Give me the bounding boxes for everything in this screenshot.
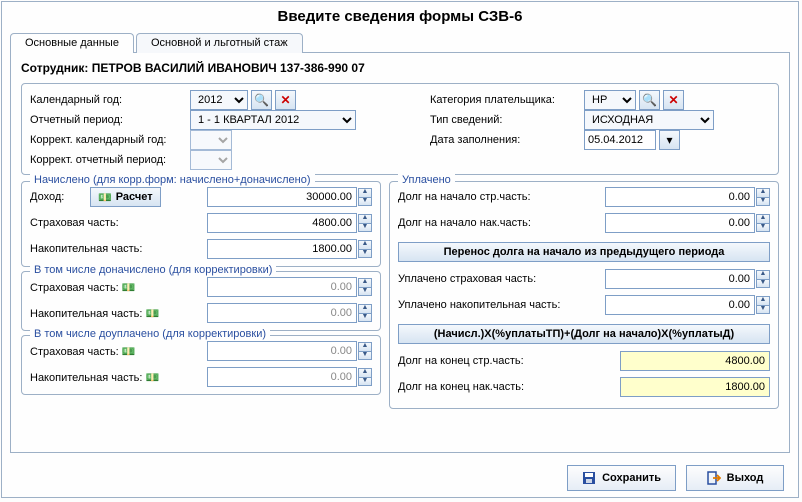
corr-year-select[interactable] — [190, 130, 232, 150]
addpaid-acc-label: Накопительная часть: 💵 — [30, 371, 207, 384]
period-label: Отчетный период: — [30, 114, 190, 126]
money-icon: 💵 — [122, 345, 136, 358]
money-icon: 💵 — [145, 307, 159, 320]
exit-icon — [707, 471, 721, 485]
window-title: Введите сведения формы СЗВ-6 — [2, 2, 798, 29]
date-label: Дата заполнения: — [430, 134, 584, 146]
addacc-ins-input — [207, 277, 357, 297]
accrued-section: Начислено (для корр.форм: начислено+дона… — [21, 181, 381, 267]
addpaid-ins-input — [207, 341, 357, 361]
spinner[interactable]: ▲▼ — [358, 240, 372, 258]
income-input[interactable] — [207, 187, 357, 207]
corr-period-label: Коррект. отчетный период: — [30, 154, 190, 166]
addacc-acc-label: Накопительная часть: 💵 — [30, 307, 207, 320]
money-icon: 💵 — [98, 191, 112, 204]
addpaid-acc-input — [207, 367, 357, 387]
window-frame: Введите сведения формы СЗВ-6 Основные да… — [1, 1, 799, 498]
tab-stazh[interactable]: Основной и льготный стаж — [136, 33, 303, 53]
spinner[interactable]: ▲▼ — [358, 278, 372, 296]
paid-acc-label: Уплачено накопительная часть: — [398, 299, 605, 311]
corr-period-select[interactable] — [190, 150, 232, 170]
debt-end-ins-label: Долг на конец стр.часть: — [398, 355, 620, 367]
employee-label: Сотрудник: — [21, 61, 88, 75]
calc-label: Расчет — [116, 191, 153, 203]
accrued-title: Начислено (для корр.форм: начислено+дона… — [30, 174, 315, 186]
type-label: Тип сведений: — [430, 114, 584, 126]
addpaid-title: В том числе доуплачено (для корректировк… — [30, 328, 270, 340]
exit-label: Выход — [727, 472, 764, 484]
save-label: Сохранить — [602, 472, 661, 484]
clear-icon[interactable]: ✕ — [663, 90, 684, 110]
money-icon: 💵 — [145, 371, 159, 384]
debt-end-ins-input — [620, 351, 770, 371]
search-icon[interactable]: 🔍 — [639, 90, 660, 110]
paid-acc-input[interactable] — [605, 295, 755, 315]
spinner[interactable]: ▲▼ — [756, 270, 770, 288]
spinner[interactable]: ▲▼ — [756, 296, 770, 314]
cat-select[interactable]: НР — [584, 90, 636, 110]
calc-button[interactable]: 💵 Расчет — [90, 187, 161, 207]
money-icon: 💵 — [122, 281, 136, 294]
acc-input[interactable] — [207, 239, 357, 259]
type-select[interactable]: ИСХОДНАЯ — [584, 110, 714, 130]
addpaid-section: В том числе доуплачено (для корректировк… — [21, 335, 381, 395]
cat-label: Категория плательщика: — [430, 94, 584, 106]
debt-start-ins-input[interactable] — [605, 187, 755, 207]
exit-button[interactable]: Выход — [686, 465, 784, 491]
spinner[interactable]: ▲▼ — [358, 342, 372, 360]
debt-start-ins-label: Долг на начало стр.часть: — [398, 191, 605, 203]
corr-year-label: Коррект. календарный год: — [30, 134, 190, 146]
spinner[interactable]: ▲▼ — [358, 188, 372, 206]
paid-ins-label: Уплачено страховая часть: — [398, 273, 605, 285]
save-icon — [582, 471, 596, 485]
year-label: Календарный год: — [30, 94, 190, 106]
chevron-down-icon[interactable]: ▾ — [659, 130, 680, 150]
spinner[interactable]: ▲▼ — [756, 188, 770, 206]
footer: Сохранить Выход — [2, 459, 798, 497]
ins-label: Страховая часть: — [30, 217, 207, 229]
paid-ins-input[interactable] — [605, 269, 755, 289]
addacc-acc-input — [207, 303, 357, 323]
debt-end-acc-input — [620, 377, 770, 397]
tab-content: Сотрудник: ПЕТРОВ ВАСИЛИЙ ИВАНОВИЧ 137-3… — [10, 52, 790, 453]
spinner[interactable]: ▲▼ — [756, 214, 770, 232]
year-select[interactable]: 2012 — [190, 90, 248, 110]
acc-label: Накопительная часть: — [30, 243, 207, 255]
employee-value: ПЕТРОВ ВАСИЛИЙ ИВАНОВИЧ 137-386-990 07 — [92, 61, 365, 75]
period-select[interactable]: 1 - 1 КВАРТАЛ 2012 — [190, 110, 356, 130]
header-fields: Календарный год: 2012 🔍 ✕ Категория плат… — [21, 83, 779, 175]
addacc-section: В том числе доначислено (для корректиров… — [21, 271, 381, 331]
addpaid-ins-label: Страховая часть: 💵 — [30, 345, 207, 358]
debt-start-acc-input[interactable] — [605, 213, 755, 233]
tab-bar: Основные данные Основной и льготный стаж — [10, 29, 790, 53]
spinner[interactable]: ▲▼ — [358, 214, 372, 232]
formula-button[interactable]: (Начисл.)X(%уплатыТП)+(Долг на начало)X(… — [398, 324, 770, 344]
spinner[interactable]: ▲▼ — [358, 304, 372, 322]
addacc-ins-label: Страховая часть: 💵 — [30, 281, 207, 294]
paid-title: Уплачено — [398, 174, 455, 186]
save-button[interactable]: Сохранить — [567, 465, 676, 491]
tab-main[interactable]: Основные данные — [10, 33, 134, 53]
debt-start-acc-label: Долг на начало нак.часть: — [398, 217, 605, 229]
debt-end-acc-label: Долг на конец нак.часть: — [398, 381, 620, 393]
ins-input[interactable] — [207, 213, 357, 233]
transfer-debt-button[interactable]: Перенос долга на начало из предыдущего п… — [398, 242, 770, 262]
search-icon[interactable]: 🔍 — [251, 90, 272, 110]
paid-section: Уплачено Долг на начало стр.часть: ▲▼ До… — [389, 181, 779, 409]
spinner[interactable]: ▲▼ — [358, 368, 372, 386]
addacc-title: В том числе доначислено (для корректиров… — [30, 264, 276, 276]
income-label: Доход: — [30, 191, 90, 203]
date-input[interactable] — [584, 130, 656, 150]
clear-icon[interactable]: ✕ — [275, 90, 296, 110]
employee-line: Сотрудник: ПЕТРОВ ВАСИЛИЙ ИВАНОВИЧ 137-3… — [21, 61, 779, 75]
